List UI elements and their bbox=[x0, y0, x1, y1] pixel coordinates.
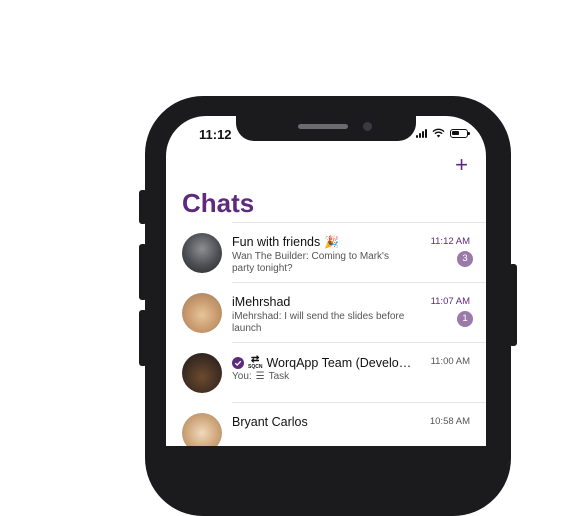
preview-text: Task bbox=[268, 371, 290, 382]
phone-screen: 11:12 + Chats Fun with friends 🎉 11:12 A… bbox=[166, 116, 486, 446]
chat-time: 11:12 AM bbox=[430, 236, 470, 247]
chat-name: iMehrshad bbox=[232, 295, 291, 309]
verified-icon bbox=[232, 356, 244, 369]
chat-name-line: ⇄ SQCN WorqApp Team (Developme... bbox=[232, 355, 418, 370]
avatar bbox=[182, 233, 222, 273]
chat-name: Fun with friends bbox=[232, 235, 321, 249]
chat-name: WorqApp Team (Developme... bbox=[266, 355, 418, 370]
task-icon: ☰ bbox=[255, 371, 265, 382]
preview-sender: You: bbox=[232, 371, 252, 382]
speaker-grille bbox=[298, 124, 348, 129]
avatar bbox=[182, 353, 222, 393]
avatar bbox=[182, 293, 222, 333]
party-emoji: 🎉 bbox=[324, 235, 340, 249]
front-camera bbox=[363, 122, 372, 131]
sqcn-icon: ⇄ SQCN bbox=[248, 355, 263, 370]
status-time: 11:12 bbox=[199, 127, 232, 142]
notch bbox=[236, 116, 416, 141]
new-chat-button[interactable]: + bbox=[455, 154, 468, 176]
chat-row-worqapp-team[interactable]: ⇄ SQCN WorqApp Team (Developme... 11:00 … bbox=[166, 342, 486, 402]
chat-list: Fun with friends 🎉 11:12 AM Wan The Buil… bbox=[166, 222, 486, 446]
chat-name-line: iMehrshad bbox=[232, 295, 418, 309]
chat-time: 11:00 AM bbox=[430, 356, 470, 367]
chat-name-line: Fun with friends 🎉 bbox=[232, 235, 418, 249]
battery-icon bbox=[450, 128, 470, 138]
wifi-icon bbox=[432, 128, 445, 138]
status-icons bbox=[416, 128, 470, 138]
chat-name-line: Bryant Carlos bbox=[232, 415, 418, 429]
chat-row-imehrshad[interactable]: iMehrshad 11:07 AM iMehrshad: I will sen… bbox=[166, 282, 486, 342]
unread-badge: 3 bbox=[457, 251, 473, 267]
chat-preview: You: ☰ Task bbox=[232, 371, 412, 383]
chat-preview: Wan The Builder: Coming to Mark's party … bbox=[232, 251, 389, 274]
unread-badge: 1 bbox=[457, 311, 473, 327]
chat-row-bryant-carlos[interactable]: Bryant Carlos 10:58 AM bbox=[166, 402, 486, 446]
page-title: Chats bbox=[182, 188, 255, 218]
chat-time: 11:07 AM bbox=[430, 296, 470, 307]
chat-row-fun-with-friends[interactable]: Fun with friends 🎉 11:12 AM Wan The Buil… bbox=[166, 222, 486, 282]
chat-time: 10:58 AM bbox=[429, 416, 470, 427]
chat-preview: iMehrshad: I will send the slides before… bbox=[232, 311, 405, 334]
signal-icon bbox=[416, 128, 427, 138]
avatar bbox=[182, 413, 222, 446]
chat-name: Bryant Carlos bbox=[232, 415, 308, 429]
